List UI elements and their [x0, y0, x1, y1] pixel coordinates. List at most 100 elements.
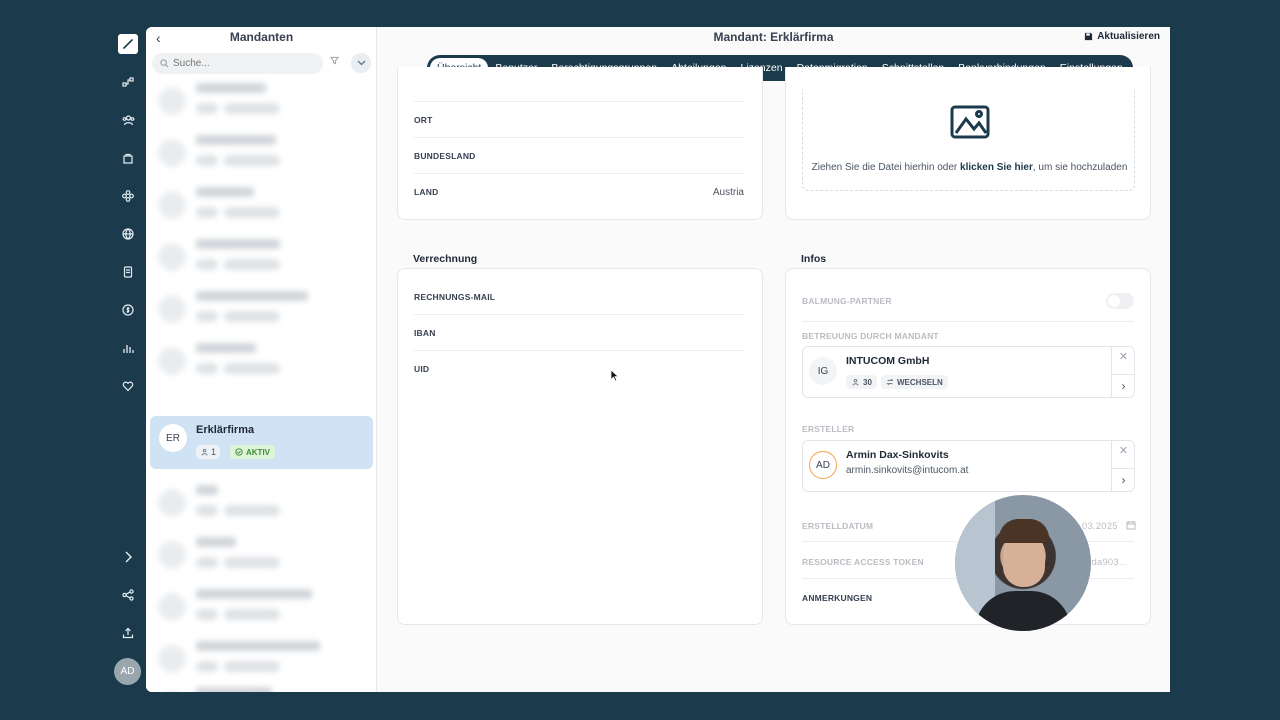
refresh-button[interactable]: Aktualisieren — [1084, 31, 1160, 42]
mouse-cursor-icon — [610, 369, 619, 382]
back-icon[interactable]: ‹ — [156, 30, 161, 46]
betreuung-name: INTUCOM GmbH — [846, 355, 930, 367]
bundesland-row[interactable]: BUNDESLAND — [414, 138, 744, 174]
switch-label: WECHSELN — [897, 377, 943, 387]
bundesland-label: BUNDESLAND — [414, 150, 476, 161]
close-icon[interactable]: ✕ — [1112, 350, 1135, 363]
address-card: ORT BUNDESLAND LAND Austria — [397, 67, 763, 220]
ersteller-label: ERSTELLER — [802, 424, 855, 434]
status-label: AKTIV — [246, 447, 270, 457]
upload-dropzone[interactable]: Ziehen Sie die Datei hierhin oder klicke… — [802, 89, 1135, 191]
token-label: RESOURCE ACCESS TOKEN — [802, 557, 924, 567]
land-row[interactable]: LAND Austria — [414, 174, 744, 210]
chevron-right-icon[interactable]: › — [1112, 374, 1135, 397]
users-icon[interactable] — [118, 110, 138, 130]
heart-icon[interactable] — [118, 376, 138, 396]
check-circle-icon — [235, 448, 243, 456]
list-item[interactable] — [154, 77, 372, 125]
upload-text-after: , um sie hochzuladen — [1032, 162, 1128, 173]
land-label: LAND — [414, 187, 439, 197]
users-icon — [852, 378, 859, 386]
ersteller-email: armin.sinkovits@intucom.at — [846, 465, 969, 476]
ort-label: ORT — [414, 114, 433, 125]
user-count: 1 — [211, 447, 217, 457]
page-title: Mandant: Erklärfirma — [713, 30, 834, 44]
list-item[interactable] — [154, 129, 372, 177]
list-item[interactable] — [154, 181, 372, 229]
upload-link[interactable]: klicken Sie hier — [960, 162, 1033, 173]
close-icon[interactable]: ✕ — [1112, 444, 1135, 457]
user-count-badge: 1 — [196, 445, 221, 459]
logo-icon[interactable] — [118, 34, 138, 54]
token-value: dda903... — [1086, 557, 1128, 568]
list-item-active[interactable]: ER Erklärfirma 1 AKTIV — [150, 416, 373, 469]
list-item[interactable] — [154, 479, 372, 527]
ersteller-name: Armin Dax-Sinkovits — [846, 449, 949, 461]
search-icon — [160, 59, 169, 68]
bag-icon[interactable] — [118, 148, 138, 168]
uid-row[interactable]: UID — [414, 351, 744, 387]
betreuung-card[interactable]: IG INTUCOM GmbH 30 WECHSELN ✕ › — [802, 346, 1135, 398]
upload-hint: Ziehen Sie die Datei hierhin oder klicke… — [803, 162, 1136, 173]
document-icon[interactable] — [118, 262, 138, 282]
partner-label: BALMUNG-PARTNER — [802, 296, 892, 306]
search-field[interactable] — [152, 53, 323, 74]
dollar-icon[interactable] — [118, 300, 138, 320]
erstelldatum-value: 03.2025 — [1082, 521, 1118, 532]
avatar: IG — [809, 357, 837, 385]
refresh-label: Aktualisieren — [1097, 31, 1160, 42]
land-value: Austria — [712, 186, 744, 198]
list-title: Mandanten — [229, 30, 294, 44]
upload-text-before: Ziehen Sie die Datei hierhin oder — [811, 162, 961, 173]
globe-icon[interactable] — [118, 224, 138, 244]
ort-row[interactable]: ORT — [414, 102, 744, 138]
workflow-icon[interactable] — [118, 72, 138, 92]
erstelldatum-label: ERSTELLDATUM — [802, 521, 874, 531]
iban-label: IBAN — [414, 327, 436, 338]
user-avatar[interactable]: AD — [114, 658, 141, 685]
list-item-name: Erklärfirma — [196, 424, 255, 436]
list-item[interactable] — [154, 233, 372, 281]
billing-card: RECHNUNGS-MAIL IBAN UID — [397, 268, 763, 625]
swap-icon — [886, 378, 894, 386]
avatar: AD — [809, 451, 837, 479]
search-input[interactable] — [173, 58, 313, 69]
chevron-down-icon[interactable] — [351, 53, 371, 73]
modules-icon[interactable] — [118, 186, 138, 206]
image-icon — [950, 105, 990, 139]
ersteller-card[interactable]: AD Armin Dax-Sinkovits armin.sinkovits@i… — [802, 440, 1135, 492]
iban-row[interactable]: IBAN — [414, 315, 744, 351]
avatar: ER — [159, 424, 187, 452]
filter-icon[interactable] — [329, 56, 340, 68]
list-item[interactable] — [154, 635, 372, 683]
card-actions: ✕ › — [1111, 347, 1135, 397]
bar-chart-icon[interactable] — [118, 338, 138, 358]
infos-title: Infos — [801, 253, 827, 265]
list-item[interactable] — [154, 681, 372, 692]
upload-icon[interactable] — [118, 623, 138, 643]
save-icon — [1085, 32, 1093, 41]
uid-label: UID — [414, 364, 430, 374]
billing-title: Verrechnung — [413, 253, 478, 265]
user-count-badge: 30 — [846, 375, 877, 389]
chevron-right-icon[interactable]: › — [1112, 468, 1135, 491]
rechnungs-mail-row[interactable]: RECHNUNGS-MAIL — [414, 279, 744, 315]
rechnungs-mail-label: RECHNUNGS-MAIL — [414, 291, 496, 302]
webcam-overlay — [955, 495, 1091, 631]
share-icon[interactable] — [118, 585, 138, 605]
list-item[interactable] — [154, 337, 372, 385]
mandanten-list-panel: Mandanten ‹ ER Erklärfirma 1 — [146, 27, 377, 692]
partner-toggle[interactable] — [1106, 293, 1134, 309]
expand-icon[interactable] — [118, 547, 138, 567]
list-item[interactable] — [154, 285, 372, 333]
list-header: Mandanten ‹ — [146, 27, 376, 49]
calendar-icon[interactable] — [1126, 520, 1136, 530]
card-actions: ✕ › — [1111, 441, 1135, 491]
user-count: 30 — [863, 377, 872, 387]
logo-upload-card: Ziehen Sie die Datei hierhin oder klicke… — [785, 67, 1151, 220]
list-item[interactable] — [154, 583, 372, 631]
list-item[interactable] — [154, 531, 372, 579]
status-badge: AKTIV — [230, 445, 275, 459]
betreuung-label: BETREUUNG DURCH MANDANT — [802, 331, 939, 341]
switch-button[interactable]: WECHSELN — [881, 375, 948, 389]
